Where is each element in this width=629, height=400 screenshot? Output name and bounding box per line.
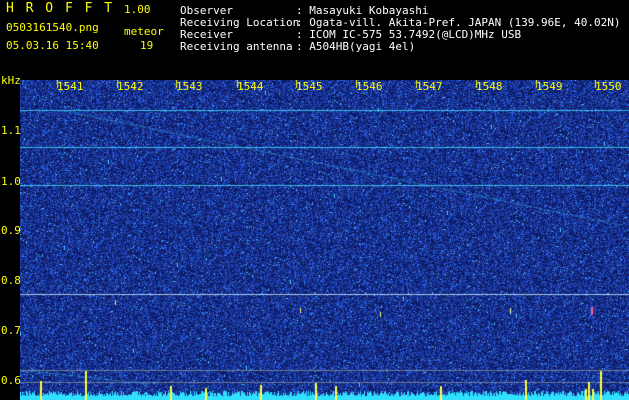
x-tick-label: 1541	[57, 80, 84, 93]
app-name: H R O F F T	[6, 1, 115, 16]
x-tick-label: 1549	[536, 80, 563, 93]
meteor-count: 19	[140, 39, 154, 52]
y-tick-label: 0.9	[1, 224, 21, 237]
app-version: 1.00	[124, 3, 151, 16]
file-name: 0503161540.png	[6, 21, 99, 34]
x-tick-label: 1544	[237, 80, 264, 93]
date-time: 05.03.16 15:40	[6, 39, 99, 52]
y-tick-label: 1.1	[1, 124, 21, 137]
meteor-label: meteor	[124, 25, 164, 38]
y-axis-unit: kHz	[1, 74, 21, 87]
spectrogram-canvas	[20, 80, 629, 400]
y-tick-label: 1.0	[1, 175, 21, 188]
antenna-value: : A504HB(yagi 4el)	[296, 40, 416, 53]
x-tick-label: 1546	[356, 80, 383, 93]
y-tick-label: 0.8	[1, 274, 21, 287]
antenna-label: Receiving antenna	[180, 40, 293, 53]
x-tick-label: 1548	[476, 80, 503, 93]
x-tick-label: 1550	[595, 80, 622, 93]
x-tick-label: 1542	[117, 80, 144, 93]
x-tick-label: 1547	[416, 80, 443, 93]
y-tick-label: 0.6	[1, 374, 21, 387]
x-tick-label: 1545	[296, 80, 323, 93]
x-tick-label: 1543	[176, 80, 203, 93]
y-tick-label: 0.7	[1, 324, 21, 337]
